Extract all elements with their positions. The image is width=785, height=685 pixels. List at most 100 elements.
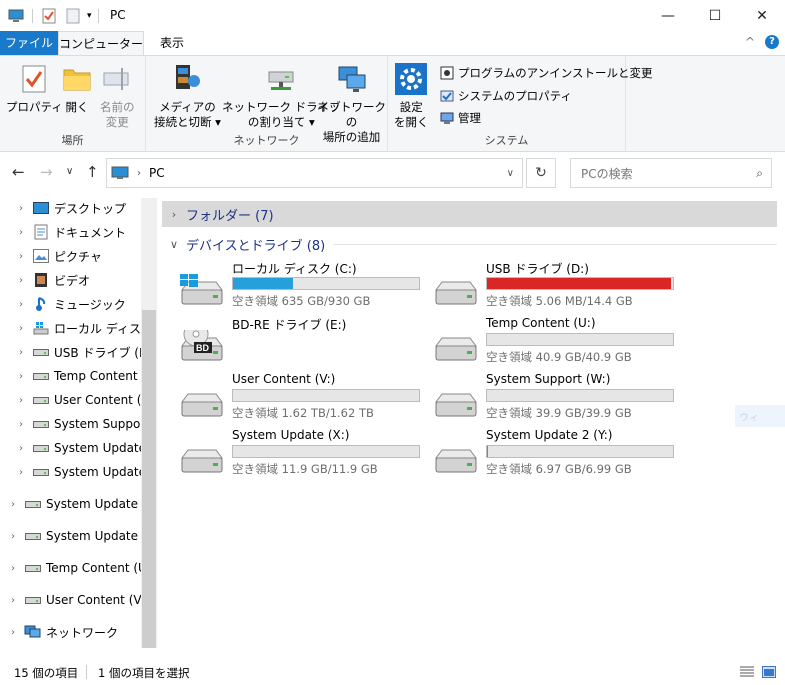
nav-item[interactable]: ›ローカル ディスク (C	[14, 318, 157, 338]
rename-button[interactable]: 名前の 変更	[100, 62, 135, 130]
uninstall-program-button[interactable]: プログラムのアンインストールと変更	[440, 63, 652, 83]
nav-item[interactable]: › System Update 2	[14, 462, 157, 482]
properties-button[interactable]: プロパティ	[6, 62, 63, 115]
nav-expand-chevron-icon[interactable]: ›	[14, 227, 28, 238]
new-folder-quick-icon[interactable]	[65, 8, 81, 24]
drive-icon	[32, 368, 50, 384]
tab-file[interactable]: ファイル	[0, 31, 58, 55]
nav-item-label: ネットワーク	[46, 625, 119, 640]
nav-expand-chevron-icon[interactable]: ›	[6, 627, 20, 638]
breadcrumb-pc[interactable]: PC	[149, 166, 165, 180]
nav-expand-chevron-icon[interactable]: ›	[14, 203, 28, 214]
maximize-button[interactable]: ☐	[692, 0, 738, 31]
nav-expand-chevron-icon[interactable]: ›	[6, 595, 20, 606]
nav-expand-chevron-icon[interactable]: ›	[14, 275, 28, 286]
nav-expand-chevron-icon[interactable]: ›	[14, 299, 28, 310]
nav-item[interactable]: › ネットワーク	[6, 622, 118, 642]
nav-expand-chevron-icon[interactable]: ›	[6, 563, 20, 574]
drive-name: ローカル ディスク (C:)	[232, 262, 357, 276]
nav-item[interactable]: › ピクチャ	[14, 246, 102, 266]
nav-item-label: ミュージック	[54, 297, 126, 312]
drive-tile[interactable]: System Support (W:) 空き領域 39.9 GB/39.9 GB	[416, 372, 674, 424]
nav-expand-chevron-icon[interactable]: ›	[14, 347, 28, 358]
forward-arrow-icon[interactable]: →	[40, 163, 53, 181]
nav-item[interactable]: › USB ドライブ (D:)	[14, 342, 157, 362]
nav-expand-chevron-icon[interactable]: ›	[6, 499, 20, 510]
folders-group-header[interactable]: › フォルダー (7)	[162, 201, 777, 227]
nav-expand-chevron-icon[interactable]: ›	[14, 371, 28, 382]
nav-expand-chevron-icon[interactable]: ›	[14, 251, 28, 262]
drive-free-space: 空き領域 11.9 GB/11.9 GB	[232, 462, 378, 476]
nav-expand-chevron-icon[interactable]: ›	[14, 323, 28, 334]
network-drive-icon	[264, 62, 298, 96]
address-bar[interactable]: › PC ∨	[106, 158, 523, 188]
nav-expand-chevron-icon[interactable]: ›	[14, 467, 28, 478]
quick-access-toolbar: ▾	[8, 7, 105, 25]
properties-quick-icon[interactable]	[41, 8, 57, 24]
ribbon-collapse-icon[interactable]: ^	[745, 35, 755, 49]
open-folder-icon	[60, 62, 94, 96]
media-connect-button[interactable]: メディアの 接続と切断 ▾	[154, 62, 221, 130]
nav-item[interactable]: › ミュージック	[14, 294, 126, 314]
drive-tile[interactable]: Temp Content (U:) 空き領域 40.9 GB/40.9 GB	[416, 316, 674, 368]
ribbon-group-location: プロパティ 開く 名前の 変更 場所	[0, 56, 146, 152]
nav-expand-chevron-icon[interactable]: ›	[6, 531, 20, 542]
tab-view[interactable]: 表示	[150, 31, 194, 55]
drive-icon	[32, 392, 50, 408]
faded-tooltip: ウィ	[735, 405, 785, 427]
drive-usage-bar	[232, 277, 420, 290]
nav-item[interactable]: › System Update (X:	[6, 494, 157, 514]
system-properties-button[interactable]: システムのプロパティ	[440, 86, 572, 106]
drive-tile[interactable]: System Update (X:) 空き領域 11.9 GB/11.9 GB	[162, 428, 420, 480]
drive-tile[interactable]: System Update 2 (Y:) 空き領域 6.97 GB/6.99 GB	[416, 428, 674, 480]
nav-item[interactable]: › デスクトップ	[14, 198, 126, 218]
drive-tile[interactable]: BD BD-RE ドライブ (E:)	[162, 316, 412, 368]
drive-free-space: 空き領域 6.97 GB/6.99 GB	[486, 462, 632, 476]
windows-drive-icon	[180, 271, 226, 310]
nav-item[interactable]: › User Content (V:)	[6, 590, 149, 610]
drive-tile[interactable]: ローカル ディスク (C:) 空き領域 635 GB/930 GB	[162, 260, 420, 312]
manage-button[interactable]: 管理	[440, 108, 481, 128]
nav-item[interactable]: › System Support (	[14, 414, 157, 434]
nav-expand-chevron-icon[interactable]: ›	[14, 395, 28, 406]
nav-item-label: User Content (V:	[54, 393, 153, 407]
minimize-button[interactable]: —	[645, 0, 691, 31]
drive-tile[interactable]: User Content (V:) 空き領域 1.62 TB/1.62 TB	[162, 372, 420, 424]
nav-item[interactable]: › ドキュメント	[14, 222, 126, 242]
up-arrow-icon[interactable]: ↑	[86, 163, 99, 181]
drive-tile[interactable]: USB ドライブ (D:) 空き領域 5.06 MB/14.4 GB	[416, 260, 674, 312]
open-button[interactable]: 開く	[60, 62, 94, 115]
nav-item[interactable]: › Temp Content (U:)	[6, 558, 156, 578]
search-input[interactable]: PCの検索 ⌕	[570, 158, 772, 188]
close-button[interactable]: ✕	[739, 0, 785, 31]
nav-item[interactable]: › Temp Content (U:	[14, 366, 157, 386]
network-icon	[24, 624, 42, 640]
help-icon[interactable]: ?	[765, 35, 779, 49]
nav-expand-chevron-icon[interactable]: ›	[14, 419, 28, 430]
open-label: 開く	[65, 100, 89, 114]
back-arrow-icon[interactable]: ←	[12, 163, 25, 181]
nav-item[interactable]: › System Update 2 (	[6, 526, 157, 546]
media-icon	[170, 62, 204, 96]
customize-toolbar-dropdown[interactable]: ▾	[87, 11, 92, 21]
drive-free-space: 空き領域 39.9 GB/39.9 GB	[486, 406, 632, 420]
nav-item[interactable]: › System Update (	[14, 438, 155, 458]
computer-icon[interactable]	[8, 9, 24, 23]
system-properties-label: システムのプロパティ	[458, 89, 572, 103]
nav-item[interactable]: › ビデオ	[14, 270, 90, 290]
details-view-icon[interactable]	[740, 666, 754, 678]
nav-item[interactable]: › User Content (V:	[14, 390, 153, 410]
window-title: PC	[110, 8, 126, 22]
drive-icon	[24, 560, 42, 576]
ribbon-group-system-label: システム	[484, 134, 529, 147]
large-icons-view-icon[interactable]	[762, 666, 776, 678]
uninstall-icon	[440, 66, 454, 80]
nav-expand-chevron-icon[interactable]: ›	[14, 443, 28, 454]
open-settings-button[interactable]: 設定 を開く	[394, 62, 429, 130]
recent-locations-chevron-icon[interactable]: ∨	[66, 166, 73, 177]
refresh-icon[interactable]: ↻	[526, 158, 556, 188]
address-dropdown-icon[interactable]: ∨	[507, 168, 514, 179]
nav-scrollbar-thumb[interactable]	[142, 310, 156, 648]
tab-computer[interactable]: コンピューター	[58, 31, 144, 55]
drives-group-header[interactable]: ∨ デバイスとドライブ (8)	[162, 231, 777, 257]
